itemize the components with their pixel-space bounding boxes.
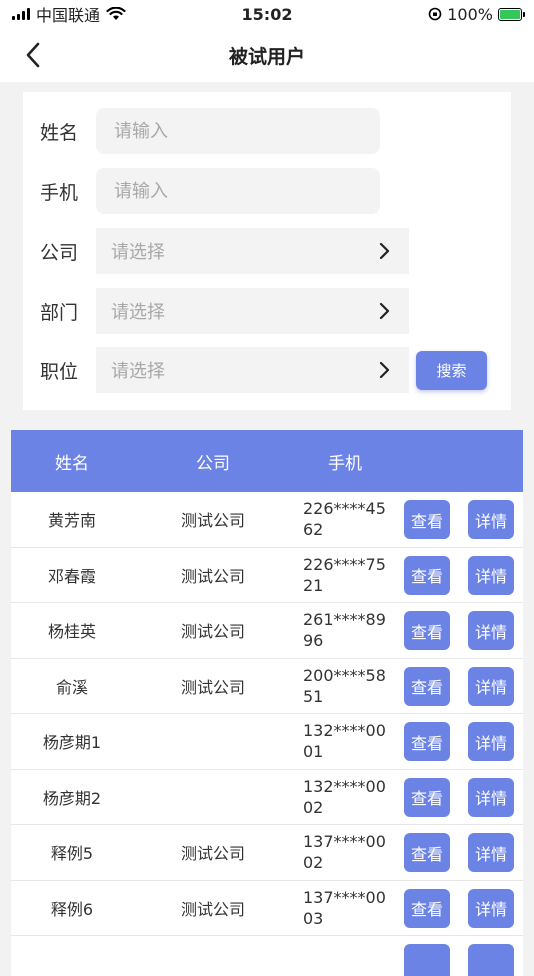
row-phone: 200****5851 [303,665,386,706]
row-phone: 226****4562 [303,499,386,540]
row-name: 杨彦期1 [42,733,102,753]
row-name: 俞溪 [55,677,88,697]
page-title: 被试用户 [228,45,305,68]
row-name: 杨桂英 [47,622,96,642]
table-row: 杨彦期2 132****0002 查看 详情 [11,769,523,825]
name-input[interactable] [96,108,380,154]
view-button[interactable]: 查看 [404,555,450,595]
table-row-partial [11,936,523,976]
chevron-right-icon [379,302,390,320]
status-bar: 中国联通 15:02 100% [0,0,534,28]
company-label: 公司 [40,241,79,264]
back-button[interactable] [18,40,48,70]
detail-button[interactable]: 详情 [468,666,514,706]
detail-button[interactable]: 详情 [468,500,514,539]
row-company: 测试公司 [180,899,245,919]
view-button[interactable]: 查看 [404,611,450,650]
column-header-company: 公司 [196,453,230,474]
nav-bar: 被试用户 [0,28,534,82]
position-label: 职位 [40,360,79,383]
name-label: 姓名 [40,121,79,144]
detail-button[interactable]: 详情 [468,555,514,595]
chevron-left-icon [26,42,40,68]
chevron-right-icon [379,242,390,260]
view-button[interactable]: 查看 [404,777,450,817]
phone-input[interactable] [96,168,380,214]
detail-button[interactable]: 详情 [468,833,514,872]
department-label: 部门 [40,301,79,324]
users-table: 姓名 公司 手机 黄芳南 测试公司 226****4562 查看 详情 邓春霞 … [11,430,523,976]
row-name: 释例6 [50,899,94,919]
position-select-placeholder: 请选择 [111,361,165,382]
battery-percent: 100% [447,4,493,24]
view-button[interactable]: 查看 [404,666,450,706]
row-phone: 132****0001 [303,721,386,762]
row-phone: 132****0002 [303,776,386,817]
row-phone: 226****7521 [303,554,386,595]
column-header-phone: 手机 [328,453,362,474]
table-header: 姓名 公司 手机 [11,430,523,492]
row-name: 杨彦期2 [42,788,102,808]
company-select[interactable]: 请选择 [96,228,409,274]
row-phone: 137****0002 [303,832,386,873]
chevron-right-icon [379,361,390,379]
row-name: 邓春霞 [47,566,96,586]
status-right: 100% [428,4,525,24]
table-row: 杨彦期1 132****0001 查看 详情 [11,714,523,770]
battery-icon [498,7,525,21]
view-button[interactable]: 查看 [404,833,450,872]
row-company: 测试公司 [180,622,245,642]
position-select[interactable]: 请选择 [96,347,409,393]
row-company: 测试公司 [180,566,245,586]
row-company [149,770,277,825]
column-header-name: 姓名 [55,453,89,474]
row-company [149,714,277,769]
detail-button-partial[interactable] [468,944,514,976]
wifi-icon [106,7,126,20]
view-button[interactable]: 查看 [404,722,450,761]
row-phone: 261****8996 [303,610,386,651]
table-row: 黄芳南 测试公司 226****4562 查看 详情 [11,492,523,548]
table-row: 释例6 测试公司 137****0003 查看 详情 [11,880,523,936]
detail-button[interactable]: 详情 [468,777,514,817]
status-left: 中国联通 [12,2,126,26]
table-row: 邓春霞 测试公司 226****7521 查看 详情 [11,547,523,603]
department-select-placeholder: 请选择 [111,302,165,323]
orientation-lock-icon [428,7,442,21]
view-button[interactable]: 查看 [404,500,450,539]
row-name: 黄芳南 [47,511,96,531]
row-name: 释例5 [50,844,94,864]
view-button-partial[interactable] [404,944,450,976]
row-company: 测试公司 [180,677,245,697]
search-form: 姓名 手机 公司 请选择 部门 请选择 职位 请选择 搜索 [23,92,511,410]
detail-button[interactable]: 详情 [468,722,514,761]
detail-button[interactable]: 详情 [468,888,514,928]
carrier-label: 中国联通 [36,6,101,25]
table-row: 杨桂英 测试公司 261****8996 查看 详情 [11,603,523,659]
row-company: 测试公司 [180,511,245,531]
table-row: 释例5 测试公司 137****0002 查看 详情 [11,825,523,881]
signal-icon [12,8,30,20]
detail-button[interactable]: 详情 [468,611,514,650]
company-select-placeholder: 请选择 [111,242,165,263]
search-button[interactable]: 搜索 [416,351,487,390]
row-phone: 137****0003 [303,887,386,928]
table-row: 俞溪 测试公司 200****5851 查看 详情 [11,658,523,714]
department-select[interactable]: 请选择 [96,288,409,334]
table-body: 黄芳南 测试公司 226****4562 查看 详情 邓春霞 测试公司 226*… [11,492,523,976]
row-company: 测试公司 [180,844,245,864]
phone-label: 手机 [40,181,79,204]
view-button[interactable]: 查看 [404,888,450,928]
